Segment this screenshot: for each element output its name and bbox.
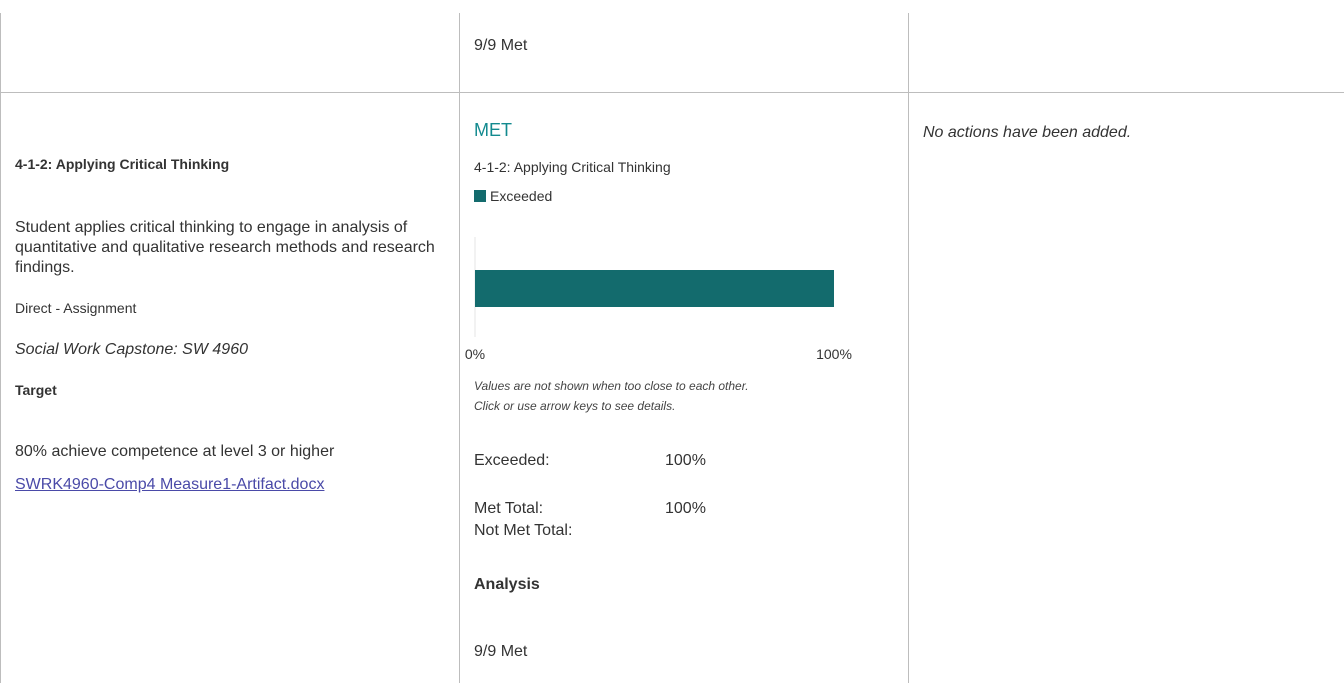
analysis-label: Analysis: [474, 576, 540, 593]
target-label: Target: [15, 382, 57, 398]
results-bar-chart[interactable]: 0% 100%: [460, 225, 900, 365]
measure-title: 4-1-2: Applying Critical Thinking: [15, 156, 230, 172]
stat-exceeded-value: 100%: [665, 452, 706, 469]
legend-swatch: [474, 190, 486, 202]
previous-analysis-value: 9/9 Met: [474, 37, 528, 54]
target-text: 80% achieve competence at level 3 or hig…: [15, 443, 335, 460]
row-divider: [0, 92, 1344, 93]
column-divider-2: [908, 13, 909, 683]
stat-met-total-label: Met Total:: [474, 500, 544, 517]
chart-note: Values are not shown when too close to e…: [474, 376, 749, 416]
stat-exceeded-label: Exceeded:: [474, 452, 550, 469]
x-tick-label-100: 100%: [816, 346, 852, 362]
stat-not-met-total-label: Not Met Total:: [474, 522, 573, 539]
measure-method: Direct - Assignment: [15, 300, 137, 316]
legend-label: Exceeded: [490, 188, 553, 204]
table-border-left: [0, 13, 1, 683]
attachment-link[interactable]: SWRK4960-Comp4 Measure1-Artifact.docx: [15, 476, 324, 494]
chart-note-line2: Click or use arrow keys to see details.: [474, 399, 676, 413]
no-actions-text: No actions have been added.: [923, 124, 1132, 141]
measure-course: Social Work Capstone: SW 4960: [15, 341, 248, 358]
analysis-value: 9/9 Met: [474, 643, 528, 660]
chart-legend[interactable]: Exceeded: [474, 187, 552, 205]
measure-description: Student applies critical thinking to eng…: [15, 219, 435, 276]
chart-note-line1: Values are not shown when too close to e…: [474, 379, 749, 393]
x-tick-label-0: 0%: [465, 346, 485, 362]
bar-exceeded[interactable]: [475, 270, 834, 307]
stat-met-total-value: 100%: [665, 500, 706, 517]
status-met: MET: [474, 120, 512, 140]
chart-title: 4-1-2: Applying Critical Thinking: [474, 159, 671, 175]
